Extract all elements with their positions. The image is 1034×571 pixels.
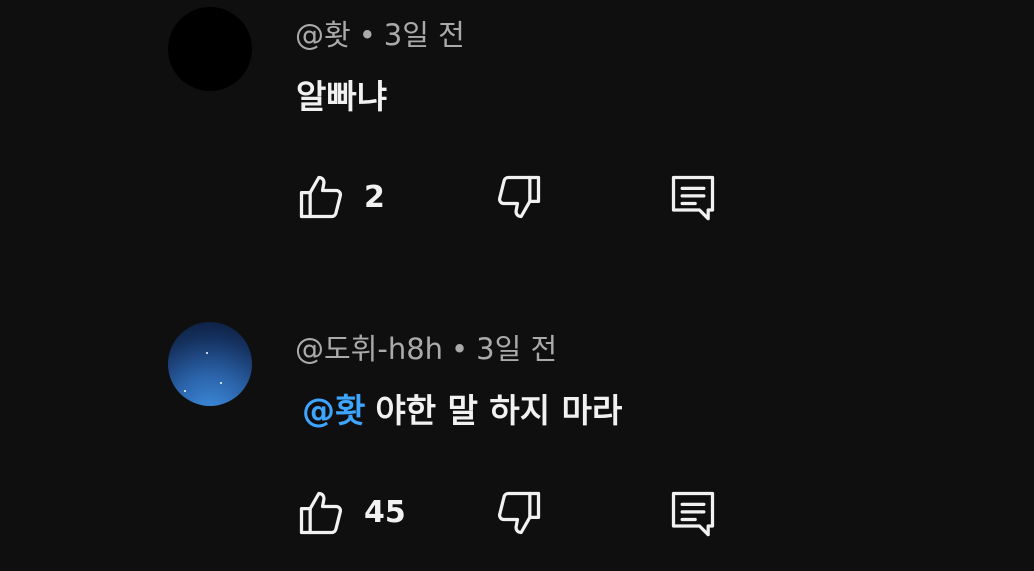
like-count: 45 bbox=[364, 495, 406, 530]
comment-time[interactable]: 3일 전 bbox=[476, 332, 557, 366]
star-dot bbox=[184, 390, 186, 392]
comment-author[interactable]: @도휘-h8h bbox=[295, 332, 443, 366]
dislike-button[interactable] bbox=[492, 486, 546, 540]
star-dot bbox=[220, 382, 222, 384]
comment-body: 야한 말 하지 마라 bbox=[375, 391, 623, 430]
mention-link[interactable]: @홧 bbox=[302, 391, 365, 430]
reply-button[interactable] bbox=[666, 486, 720, 540]
reply-comment-icon bbox=[671, 491, 715, 537]
thumbs-up-icon bbox=[299, 491, 343, 535]
meta-separator: • bbox=[451, 332, 469, 366]
star-dot bbox=[206, 352, 208, 354]
avatar[interactable] bbox=[168, 322, 252, 406]
thumbs-down-icon bbox=[497, 491, 541, 535]
comment-text: @홧 야한 말 하지 마라 bbox=[296, 384, 622, 432]
comment-item: @도휘-h8h • 3일 전 @홧 야한 말 하지 마라 45 bbox=[0, 0, 1034, 537]
comment-meta: @도휘-h8h • 3일 전 bbox=[295, 326, 557, 368]
like-button[interactable] bbox=[294, 486, 348, 540]
